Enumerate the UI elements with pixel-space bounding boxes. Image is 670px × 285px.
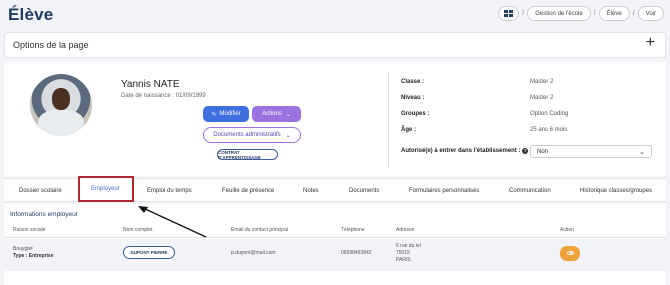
- annotation-arrow: [138, 206, 207, 238]
